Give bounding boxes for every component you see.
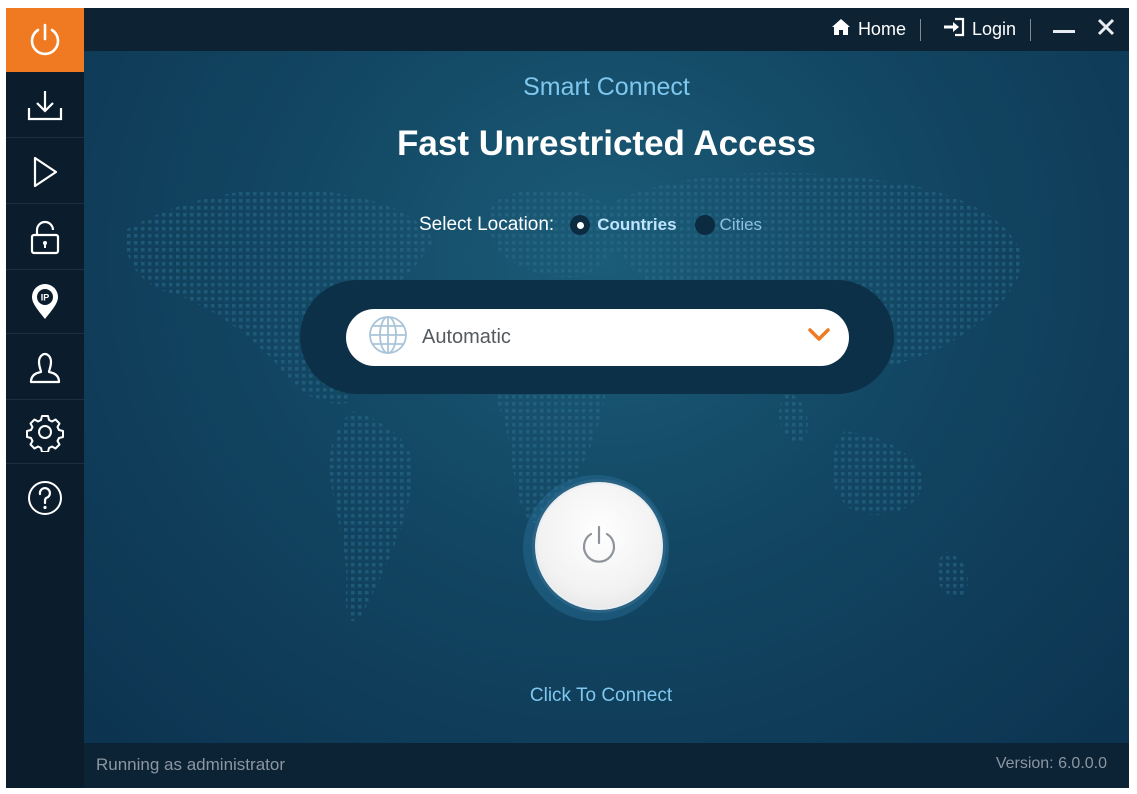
sidebar-item-ip[interactable]: IP bbox=[6, 270, 84, 334]
radio-countries-label: Countries bbox=[597, 215, 677, 234]
server-select-value: Automatic bbox=[422, 326, 511, 348]
sidebar-item-streaming[interactable] bbox=[6, 140, 84, 204]
page-title: Fast Unrestricted Access bbox=[397, 124, 816, 163]
location-label: Select Location: bbox=[419, 214, 555, 235]
gear-icon bbox=[25, 412, 65, 452]
chevron-down-icon bbox=[807, 327, 831, 348]
divider bbox=[1030, 18, 1031, 41]
server-select-dropdown[interactable]: Automatic bbox=[346, 309, 849, 366]
home-icon bbox=[831, 18, 851, 41]
version-text: Version: 6.0.0.0 bbox=[995, 755, 1107, 772]
login-label: Login bbox=[971, 19, 1016, 39]
status-bar: Running as administrator Version: 6.0.0.… bbox=[84, 743, 1129, 788]
mode-subtitle: Smart Connect bbox=[523, 73, 690, 101]
sidebar-item-help[interactable] bbox=[6, 466, 84, 530]
top-nav: Home Login bbox=[823, 8, 1129, 51]
play-icon bbox=[25, 152, 65, 192]
sidebar: IP bbox=[6, 8, 84, 788]
help-icon bbox=[25, 478, 65, 518]
power-icon bbox=[25, 20, 65, 60]
sidebar-item-download[interactable] bbox=[6, 74, 84, 138]
sidebar-item-settings[interactable] bbox=[6, 400, 84, 464]
radio-cities-label: Cities bbox=[719, 215, 763, 234]
lock-icon bbox=[25, 218, 65, 258]
radio-countries[interactable]: Countries bbox=[570, 215, 677, 235]
connect-label[interactable]: Click To Connect bbox=[84, 685, 1118, 707]
divider bbox=[919, 18, 921, 41]
location-selector: Select Location: Countries Cities bbox=[419, 213, 762, 237]
home-label: Home bbox=[857, 19, 906, 39]
user-icon bbox=[25, 348, 65, 388]
connect-power-button[interactable] bbox=[532, 479, 666, 613]
svg-text:IP: IP bbox=[41, 292, 50, 302]
minimize-icon bbox=[1053, 21, 1075, 39]
sidebar-item-smart-connect[interactable] bbox=[6, 8, 84, 72]
close-icon bbox=[1097, 18, 1115, 41]
power-icon bbox=[577, 522, 621, 571]
download-icon bbox=[25, 86, 65, 126]
title-bar: Home Login bbox=[84, 8, 1129, 51]
sidebar-item-unblock[interactable] bbox=[6, 206, 84, 270]
radio-unselected-dot bbox=[694, 215, 715, 235]
radio-selected-dot bbox=[570, 215, 591, 235]
radio-cities[interactable]: Cities bbox=[694, 215, 763, 235]
login-link[interactable]: Login bbox=[935, 17, 1024, 42]
app-window: IP Home Login Smart Connect Fast Unrestr… bbox=[6, 8, 1129, 788]
admin-status-text: Running as administrator bbox=[96, 755, 285, 774]
ip-location-icon: IP bbox=[25, 282, 65, 322]
main-panel: Smart Connect Fast Unrestricted Access S… bbox=[84, 51, 1129, 743]
sidebar-item-account[interactable] bbox=[6, 336, 84, 400]
login-icon bbox=[943, 17, 965, 42]
minimize-button[interactable] bbox=[1045, 8, 1083, 51]
globe-icon bbox=[368, 315, 408, 360]
close-button[interactable] bbox=[1087, 8, 1125, 51]
home-link[interactable]: Home bbox=[823, 18, 914, 41]
